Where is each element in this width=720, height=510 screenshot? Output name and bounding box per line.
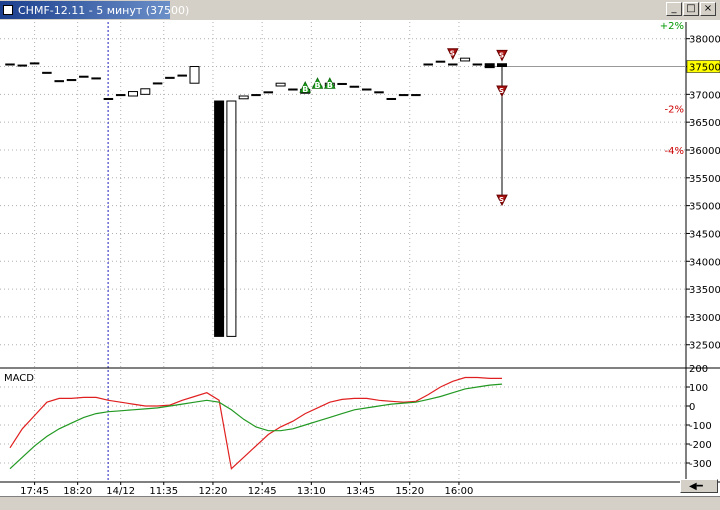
- candle-body: [115, 94, 126, 97]
- candle-body: [337, 82, 347, 85]
- title-bar[interactable]: CHMF-12.11 - 5 минут (37500) _ □ ×: [0, 0, 720, 20]
- price-tick-label: 37000: [689, 90, 720, 101]
- macd-tick-label: 0: [689, 402, 695, 413]
- macd-tick-label: -100: [689, 421, 712, 432]
- chart-canvas[interactable]: 32500 33000 33500 34000 34500 35000 35500 36000…: [0, 0, 720, 510]
- chart-window: 32500 33000 33500 34000 34500 35000 35500 36000…: [0, 0, 720, 510]
- price-tick-label: 36500: [689, 118, 720, 129]
- candle-body: [497, 63, 507, 68]
- candle-body: [448, 63, 458, 66]
- candle-body: [42, 71, 52, 74]
- price-tick-label: 33500: [689, 285, 720, 296]
- candle-body: [128, 91, 138, 97]
- candle-body: [460, 57, 471, 62]
- macd-title: MACD: [4, 373, 34, 384]
- candle-body: [423, 63, 433, 66]
- arrow-left-icon: ◀━: [689, 481, 703, 492]
- candle-body: [103, 97, 114, 100]
- candle-body: [177, 74, 187, 77]
- candle-body: [79, 75, 89, 78]
- price-tick-label: 35000: [689, 202, 720, 213]
- candle-body: [263, 91, 274, 94]
- percent-marker-label: -2%: [665, 104, 684, 115]
- candle-body: [275, 82, 286, 87]
- price-tick-label: 33000: [689, 313, 720, 324]
- candle-body: [189, 66, 200, 84]
- title-strip[interactable]: CHMF-12.11 - 5 минут (37500): [0, 1, 189, 19]
- sell-marker-label: S: [450, 50, 455, 58]
- sell-marker-label: S: [499, 196, 504, 204]
- price-tick-label: 34000: [689, 257, 720, 268]
- percent-marker-label: -4%: [665, 146, 684, 157]
- macd-tick-label: -300: [689, 459, 712, 470]
- macd-tick-label: 200: [689, 364, 708, 375]
- candle-body: [165, 76, 175, 79]
- current-price-label: 37500: [689, 63, 720, 74]
- horizontal-scrollbar[interactable]: [0, 496, 720, 510]
- candle-body: [152, 82, 163, 85]
- window-icon: [3, 5, 13, 15]
- candle-body: [484, 63, 495, 69]
- candle-body: [91, 77, 101, 80]
- window-title: CHMF-12.11 - 5 минут (37500): [18, 4, 190, 17]
- macd-tick-label: -200: [689, 440, 712, 451]
- close-button[interactable]: ×: [700, 2, 716, 16]
- price-tick-label: 34500: [689, 229, 720, 240]
- candle-body: [140, 88, 151, 95]
- candle-body: [238, 95, 249, 100]
- scroll-to-end-button[interactable]: ◀━: [680, 479, 718, 493]
- percent-marker-label: +2%: [660, 21, 684, 32]
- price-tick-label: 38000: [689, 35, 720, 46]
- candle-body: [411, 94, 421, 97]
- candle-body: [288, 88, 298, 91]
- candle-body: [226, 100, 237, 337]
- candle-body: [251, 94, 261, 97]
- candle-body: [54, 80, 64, 83]
- candle-body: [398, 94, 409, 97]
- buy-marker-label: B: [315, 81, 321, 90]
- maximize-button[interactable]: □: [683, 2, 699, 16]
- candle-body: [349, 85, 360, 88]
- candle-body: [66, 79, 77, 82]
- candle-body: [435, 60, 446, 63]
- candle-body: [386, 97, 397, 100]
- candle-body: [5, 63, 15, 66]
- candle-body: [374, 91, 384, 94]
- price-tick-label: 35500: [689, 174, 720, 185]
- candle-body: [361, 88, 372, 91]
- candle-body: [472, 63, 483, 66]
- macd-tick-label: 100: [689, 383, 708, 394]
- price-tick-label: 36000: [689, 146, 720, 157]
- sell-marker-label: S: [499, 87, 504, 95]
- buy-marker-label: B: [327, 81, 333, 90]
- buy-marker-label: B: [302, 85, 308, 94]
- sell-marker-label: S: [499, 51, 504, 59]
- candle-body: [17, 64, 28, 67]
- candle-body: [29, 62, 40, 65]
- price-tick-label: 32500: [689, 341, 720, 352]
- minimize-button[interactable]: _: [666, 2, 682, 16]
- candle-body: [214, 100, 225, 337]
